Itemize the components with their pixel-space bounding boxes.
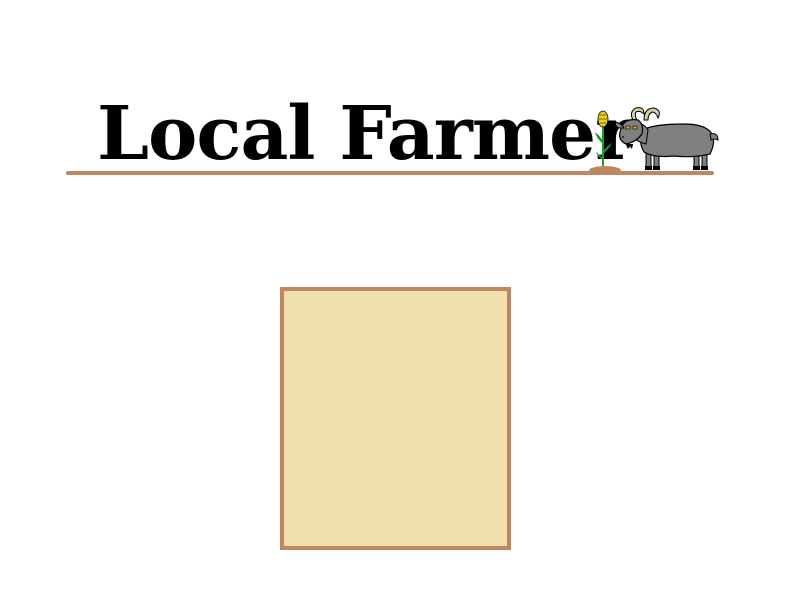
- game-stage: Local Farmer: [0, 0, 800, 600]
- field-plot[interactable]: [280, 287, 511, 550]
- corn-sprout-icon: [595, 110, 612, 166]
- goat-icon: [614, 107, 719, 170]
- game-title: Local Farmer: [97, 91, 634, 177]
